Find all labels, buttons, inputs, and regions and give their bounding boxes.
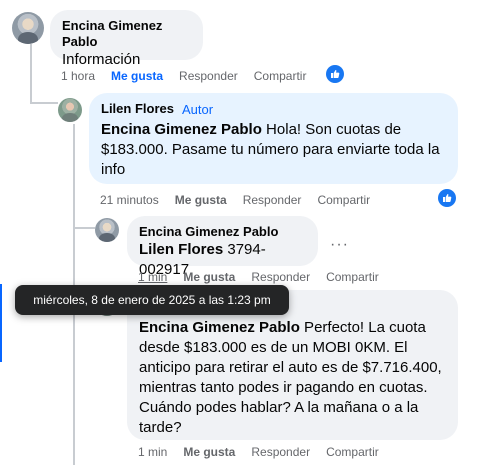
- like-button[interactable]: Me gusta: [111, 69, 163, 83]
- comment-author[interactable]: Encina Gimenez Pablo: [62, 18, 191, 50]
- share-button[interactable]: Compartir: [317, 193, 370, 207]
- comment-author[interactable]: Lilen Flores: [101, 101, 174, 117]
- comment-text: Encina Gimenez Pablo Perfecto! La cuota …: [139, 319, 442, 436]
- thread-line-main: [30, 44, 32, 104]
- share-button[interactable]: Compartir: [326, 445, 379, 459]
- share-button[interactable]: Compartir: [326, 270, 379, 284]
- like-reaction-icon[interactable]: [438, 189, 456, 207]
- reply-button[interactable]: Responder: [251, 445, 310, 459]
- reply-button[interactable]: Responder: [179, 69, 238, 83]
- like-reaction-icon[interactable]: [326, 65, 344, 83]
- thread-line-branch: [30, 102, 58, 104]
- mention-link[interactable]: Encina Gimenez Pablo: [139, 319, 300, 336]
- like-button[interactable]: Me gusta: [183, 270, 235, 284]
- mention-link[interactable]: Encina Gimenez Pablo: [101, 121, 262, 138]
- timestamp-tooltip: miércoles, 8 de enero de 2025 a las 1:23…: [15, 285, 289, 315]
- avatar[interactable]: [58, 98, 82, 122]
- comment-bubble: Lilen Flores Autor Encina Gimenez Pablo …: [89, 93, 458, 184]
- share-button[interactable]: Compartir: [254, 69, 307, 83]
- thread-line-sub-branch-1: [73, 227, 95, 229]
- avatar[interactable]: [12, 12, 44, 44]
- comment-actions: 1 min Me gusta Responder Compartir: [138, 445, 379, 459]
- author-badge: Autor: [181, 101, 214, 117]
- comment-bubble: Encina Gimenez Pablo Información: [50, 10, 203, 68]
- reply-button[interactable]: Responder: [243, 193, 302, 207]
- comment-text: Información: [62, 51, 141, 68]
- avatar[interactable]: [95, 218, 119, 242]
- comment-bubble: Encina Gimenez Pablo Lilen Flores 3794-0…: [127, 216, 318, 278]
- comment-time[interactable]: 1 hora: [61, 69, 95, 83]
- comment-actions: 1 min Me gusta Responder Compartir: [138, 270, 379, 284]
- like-button[interactable]: Me gusta: [175, 193, 227, 207]
- comment-author[interactable]: Encina Gimenez Pablo: [139, 224, 306, 240]
- comment-time[interactable]: 1 min: [138, 445, 167, 459]
- like-button[interactable]: Me gusta: [183, 445, 235, 459]
- reply-button[interactable]: Responder: [251, 270, 310, 284]
- comment-time[interactable]: 1 min: [138, 270, 167, 284]
- mention-link[interactable]: Lilen Flores: [139, 241, 223, 258]
- comment-actions: 21 minutos Me gusta Responder Compartir: [100, 193, 370, 207]
- comment-time[interactable]: 21 minutos: [100, 193, 159, 207]
- comment-actions: 1 hora Me gusta Responder Compartir: [61, 69, 306, 83]
- comment-text: Encina Gimenez Pablo Hola! Son cuotas de…: [101, 121, 440, 178]
- more-options-icon[interactable]: ···: [330, 236, 349, 254]
- focus-indicator: [0, 284, 2, 362]
